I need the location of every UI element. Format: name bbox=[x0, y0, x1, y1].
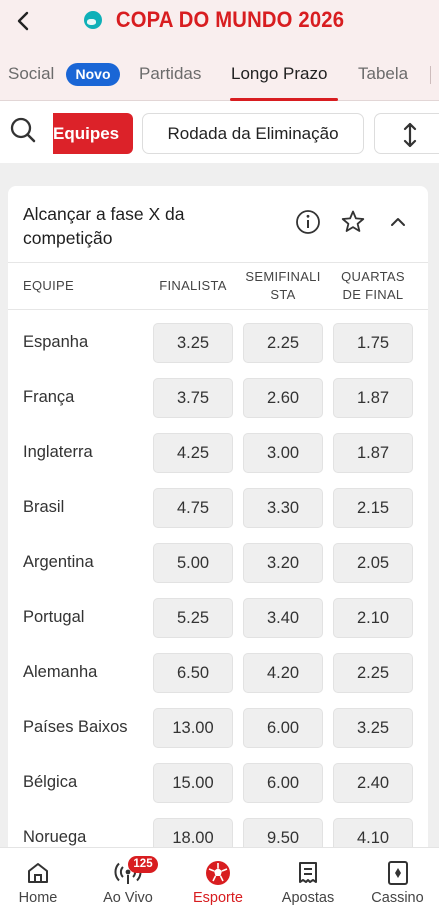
live-count-badge: 125 bbox=[128, 856, 158, 873]
team-name: Brasil bbox=[23, 498, 65, 516]
chevron-up-icon bbox=[391, 218, 405, 226]
playing-card-icon bbox=[387, 861, 408, 885]
odds-button[interactable]: 3.75 bbox=[153, 378, 233, 418]
odds-button[interactable]: 5.00 bbox=[153, 543, 233, 583]
column-header-semifinalista: SEMIFINALI STA bbox=[245, 269, 321, 302]
odds-button[interactable]: 2.25 bbox=[333, 653, 413, 693]
odds-button[interactable]: 2.60 bbox=[243, 378, 323, 418]
favorite-button[interactable] bbox=[339, 208, 367, 236]
team-name: Noruega bbox=[23, 828, 87, 846]
tab-social[interactable]: Social bbox=[8, 64, 54, 84]
new-badge: Novo bbox=[66, 63, 120, 86]
odds-button[interactable]: 3.30 bbox=[243, 488, 323, 528]
nav-label: Apostas bbox=[281, 890, 335, 906]
team-name: França bbox=[23, 388, 75, 406]
odds-button[interactable]: 4.25 bbox=[153, 433, 233, 473]
odds-button[interactable]: 13.00 bbox=[153, 708, 233, 748]
nav-esporte[interactable]: Esporte bbox=[178, 848, 258, 917]
odds-button[interactable]: 6.00 bbox=[243, 763, 323, 803]
odds-button[interactable]: 5.25 bbox=[153, 598, 233, 638]
info-button[interactable] bbox=[294, 208, 322, 236]
tab-tabela[interactable]: Tabela bbox=[358, 64, 408, 84]
divider bbox=[8, 309, 428, 310]
tab-bar: Social Novo Partidas Longo Prazo Tabela bbox=[0, 44, 439, 101]
search-icon bbox=[10, 117, 36, 143]
column-header-finalista: FINALISTA bbox=[159, 278, 227, 293]
column-header-equipe: EQUIPE bbox=[23, 278, 74, 293]
nav-label: Ao Vivo bbox=[103, 890, 153, 906]
odds-button[interactable]: 1.87 bbox=[333, 378, 413, 418]
odds-button[interactable]: 4.75 bbox=[153, 488, 233, 528]
market-card: Alcançar a fase X da competição EQUIPE F… bbox=[8, 186, 428, 866]
team-name: Espanha bbox=[23, 333, 89, 351]
nav-label: Esporte bbox=[193, 890, 243, 906]
odds-button[interactable]: 2.25 bbox=[243, 323, 323, 363]
odds-button[interactable]: 3.40 bbox=[243, 598, 323, 638]
nav-cassino[interactable]: Cassino bbox=[356, 848, 439, 917]
odds-button[interactable]: 4.20 bbox=[243, 653, 323, 693]
page-title-wrap: COPA DO MUNDO 2026 bbox=[0, 7, 439, 33]
tab-overflow-edge bbox=[430, 66, 439, 84]
team-name: Argentina bbox=[23, 553, 94, 571]
odds-button[interactable]: 3.20 bbox=[243, 543, 323, 583]
tab-longo-prazo[interactable]: Longo Prazo bbox=[231, 64, 327, 84]
team-name: Bélgica bbox=[23, 773, 78, 791]
chip-equipes[interactable]: Equipes bbox=[53, 113, 133, 154]
search-button[interactable] bbox=[8, 115, 38, 145]
sort-arrows-icon bbox=[403, 122, 417, 148]
star-icon bbox=[341, 210, 365, 232]
bet-slip-icon bbox=[299, 862, 317, 883]
globe-icon bbox=[84, 11, 103, 29]
column-header-quartas: QUARTAS DE FINAL bbox=[341, 269, 405, 302]
divider bbox=[8, 262, 428, 263]
odds-button[interactable]: 6.50 bbox=[153, 653, 233, 693]
market-title: Alcançar a fase X da competição bbox=[23, 204, 185, 248]
top-header: COPA DO MUNDO 2026 bbox=[0, 0, 439, 44]
team-name: Portugal bbox=[23, 608, 85, 626]
odds-button[interactable]: 15.00 bbox=[153, 763, 233, 803]
team-name: Países Baixos bbox=[23, 718, 128, 736]
odds-button[interactable]: 2.10 bbox=[333, 598, 413, 638]
odds-button[interactable]: 2.15 bbox=[333, 488, 413, 528]
odds-button[interactable]: 2.05 bbox=[333, 543, 413, 583]
odds-button[interactable]: 3.00 bbox=[243, 433, 323, 473]
nav-home[interactable]: Home bbox=[0, 848, 76, 917]
soccer-ball-icon bbox=[206, 861, 230, 885]
tab-partidas[interactable]: Partidas bbox=[139, 64, 201, 84]
odds-button[interactable]: 6.00 bbox=[243, 708, 323, 748]
collapse-button[interactable] bbox=[384, 208, 412, 236]
nav-label: Cassino bbox=[371, 890, 424, 906]
sort-button[interactable] bbox=[374, 113, 439, 154]
filter-bar: Equipes Rodada da Eliminação bbox=[0, 101, 439, 163]
nav-apostas[interactable]: Apostas bbox=[268, 848, 348, 917]
home-icon bbox=[28, 863, 48, 883]
odds-button[interactable]: 3.25 bbox=[153, 323, 233, 363]
team-name: Alemanha bbox=[23, 663, 98, 681]
page-title: COPA DO MUNDO 2026 bbox=[116, 7, 345, 32]
chip-rodada-eliminacao[interactable]: Rodada da Eliminação bbox=[142, 113, 364, 154]
nav-ao-vivo[interactable]: Ao Vivo bbox=[86, 848, 170, 917]
info-icon bbox=[296, 210, 320, 234]
odds-button[interactable]: 1.87 bbox=[333, 433, 413, 473]
bottom-nav: Home Ao Vivo 125 Esporte Apostas Cassino bbox=[0, 847, 439, 917]
team-name: Inglaterra bbox=[23, 443, 93, 461]
odds-button[interactable]: 1.75 bbox=[333, 323, 413, 363]
nav-label: Home bbox=[18, 890, 58, 906]
odds-button[interactable]: 2.40 bbox=[333, 763, 413, 803]
odds-button[interactable]: 3.25 bbox=[333, 708, 413, 748]
